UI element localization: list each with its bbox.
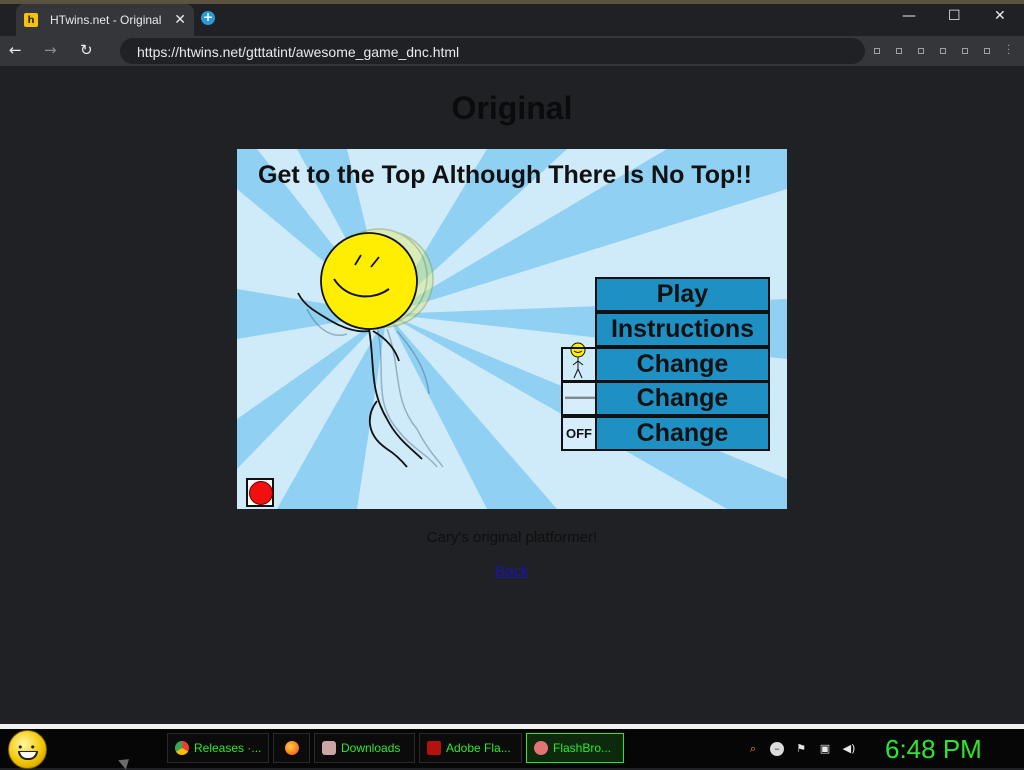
system-clock[interactable]: 6:48 PM xyxy=(885,734,982,765)
taskbar-item-firefox[interactable] xyxy=(273,733,310,763)
network-icon[interactable]: ▣ xyxy=(818,742,832,756)
address-url[interactable]: https://htwins.net/gtttatint/awesome_gam… xyxy=(137,44,459,60)
browser-titlebar: h HTwins.net - Original ✕ + — ☐ ✕ xyxy=(0,0,1024,36)
volume-slider-line xyxy=(565,396,595,399)
start-button[interactable]: •• xyxy=(8,730,47,769)
search-icon[interactable]: ⌕ xyxy=(746,742,760,756)
htwins-favicon-icon: h xyxy=(24,13,38,27)
address-bar[interactable]: https://htwins.net/gtttatint/awesome_gam… xyxy=(120,38,865,64)
change-sound-button[interactable]: Change xyxy=(595,416,770,451)
tab-title: HTwins.net - Original xyxy=(50,13,162,27)
extension-icon[interactable] xyxy=(874,48,880,54)
back-link[interactable]: Back xyxy=(495,563,528,580)
extension-icon[interactable] xyxy=(940,48,946,54)
extension-icon[interactable] xyxy=(918,48,924,54)
forward-button[interactable]: → xyxy=(44,41,57,59)
tab-htwins-original[interactable]: h HTwins.net - Original ✕ xyxy=(16,4,194,36)
flash-icon xyxy=(427,741,441,755)
smiley-mouth-icon xyxy=(18,751,38,760)
taskbar-item-downloads[interactable]: Downloads xyxy=(314,733,415,763)
extension-icon[interactable] xyxy=(984,48,990,54)
reload-button[interactable]: ↻ xyxy=(80,41,93,59)
mouse-cursor-icon xyxy=(118,754,133,770)
minimize-button[interactable]: — xyxy=(902,8,916,24)
chrome-icon xyxy=(175,741,189,755)
quality-toggle-button[interactable] xyxy=(246,478,274,507)
messenger-icon[interactable]: – xyxy=(770,742,784,756)
back-button[interactable]: ← xyxy=(9,41,22,59)
extension-icon[interactable] xyxy=(962,48,968,54)
taskbar-item-label: Downloads xyxy=(341,741,401,755)
close-window-button[interactable]: ✕ xyxy=(994,8,1006,24)
volume-icon[interactable]: ◀) xyxy=(842,742,856,756)
game-caption: Cary's original platformer! xyxy=(426,529,598,546)
taskbar-item-label: FlashBro... xyxy=(553,741,612,755)
flashbrowser-icon xyxy=(534,741,548,755)
taskbar: •• Releases ·... Downloads Adobe Fla... … xyxy=(0,729,1024,770)
tab-close-icon[interactable]: ✕ xyxy=(174,12,186,28)
taskbar-item-flashbrowser[interactable]: FlashBro... xyxy=(526,733,624,763)
volume-indicator-box xyxy=(561,381,597,416)
flag-icon[interactable]: ⚑ xyxy=(794,742,808,756)
change-character-button[interactable]: Change xyxy=(595,347,770,382)
firefox-icon xyxy=(284,741,299,755)
taskbar-item-label: Adobe Fla... xyxy=(446,741,511,755)
taskbar-item-releases[interactable]: Releases ·... xyxy=(167,733,269,763)
browser-menu-icon[interactable]: · · · xyxy=(1007,42,1010,60)
game-title: Get to the Top Although There Is No Top!… xyxy=(258,161,752,189)
browser-toolbar: ← → ↻ https://htwins.net/gtttatint/aweso… xyxy=(0,36,1024,66)
new-tab-button[interactable]: + xyxy=(201,11,215,25)
character-preview-box xyxy=(561,347,597,382)
flash-game-embed[interactable]: Get to the Top Although There Is No Top!… xyxy=(237,149,787,509)
folder-icon xyxy=(322,741,336,755)
play-button[interactable]: Play xyxy=(595,277,770,312)
back-link-wrapper: Back xyxy=(0,563,1024,580)
taskbar-item-adobe-flash[interactable]: Adobe Fla... xyxy=(419,733,522,763)
extension-icon[interactable] xyxy=(896,48,902,54)
red-dot-icon xyxy=(249,481,273,505)
instructions-button[interactable]: Instructions xyxy=(595,312,770,347)
taskbar-item-label: Releases ·... xyxy=(194,741,262,755)
change-volume-button[interactable]: Change xyxy=(595,381,770,416)
sound-state-box: OFF xyxy=(561,416,597,451)
page-title: Original xyxy=(451,90,573,126)
maximize-button[interactable]: ☐ xyxy=(948,8,961,24)
page-content: Original Get to the Top Although There I… xyxy=(0,66,1024,724)
